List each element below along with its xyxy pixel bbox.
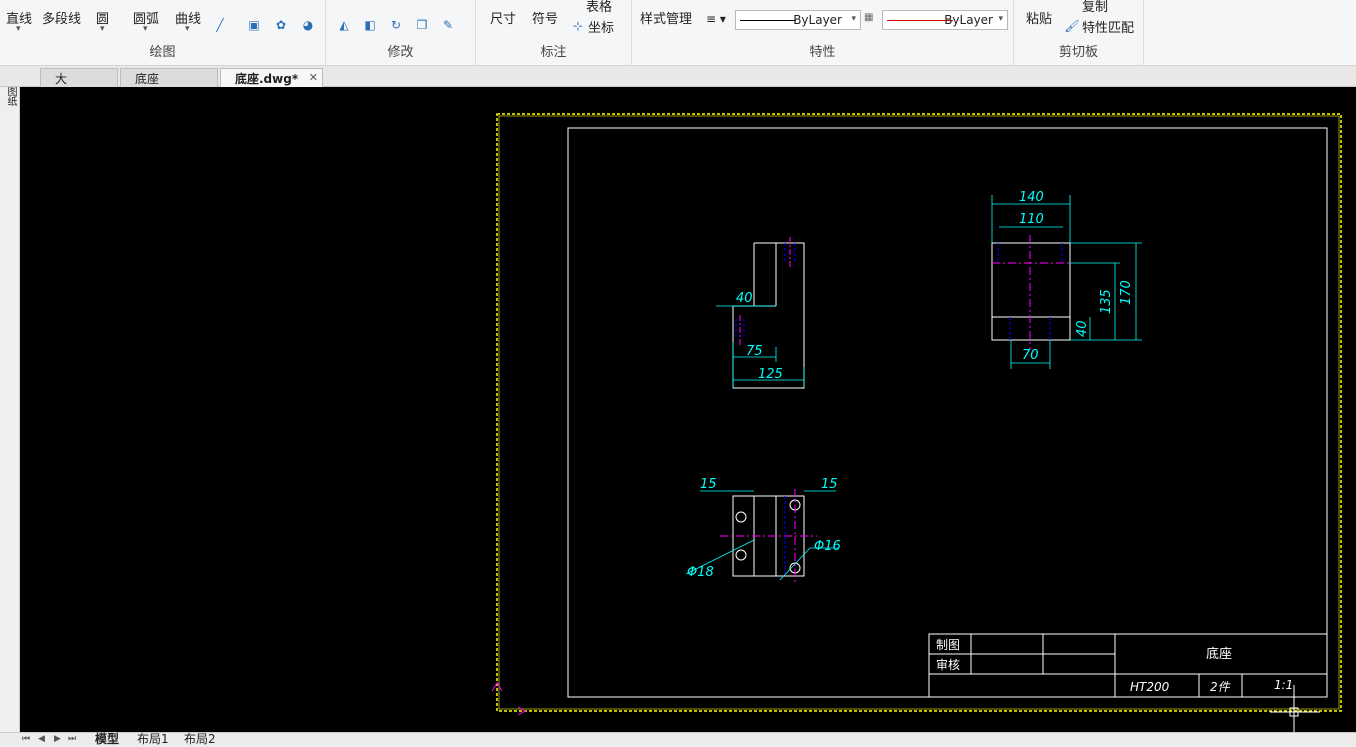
linetype-dropdown[interactable]: ByLayer ▾ bbox=[735, 10, 861, 30]
tab-model[interactable]: 模型 bbox=[95, 733, 119, 747]
tab-nav-first-icon[interactable]: ⏮ bbox=[22, 733, 30, 747]
document-tab-bar: 大臂.dwg 底座 (2).dwg 底座.dwg* ✕ bbox=[0, 66, 1356, 103]
tab-dabi[interactable]: 大臂.dwg bbox=[40, 68, 118, 103]
edit-icon[interactable]: ✎ bbox=[440, 18, 456, 32]
chevron-down-icon: ▾ bbox=[998, 14, 1003, 24]
curve-dropdown-icon[interactable]: ▾ bbox=[185, 24, 190, 34]
coordinate-icon[interactable]: ⊹ bbox=[570, 19, 586, 33]
layout-tab-bar: ⏮ ◀ ▶ ⏭ 模型 布局1 布局2 bbox=[0, 732, 1356, 746]
side-dim-labels: 140 110 135 170 40 70 bbox=[1019, 190, 1134, 363]
rotate-icon[interactable]: ↻ bbox=[388, 18, 404, 32]
paste-button[interactable]: 粘贴 bbox=[1026, 8, 1052, 27]
circle-dropdown-icon[interactable]: ▾ bbox=[100, 24, 105, 34]
properties-group: 样式管理 ≡ ▾ ByLayer ▾ ▦ ByLayer ▾ 特性 bbox=[632, 0, 1014, 66]
xline-icon[interactable]: ╱ bbox=[212, 18, 228, 32]
style-manager-button[interactable]: 样式管理 bbox=[640, 8, 692, 27]
line-dropdown-icon[interactable]: ▾ bbox=[16, 24, 21, 34]
dim-label-75: 75 bbox=[746, 344, 763, 359]
copy-button[interactable]: 复制 bbox=[1082, 0, 1108, 15]
tab-nav-last-icon[interactable]: ⏭ bbox=[68, 733, 76, 747]
tb-scale: 1:1 bbox=[1274, 678, 1293, 692]
arc-dropdown-icon[interactable]: ▾ bbox=[143, 24, 148, 34]
annotate-group-title: 标注 bbox=[540, 45, 567, 60]
tb-checked-label: 审核 bbox=[936, 657, 960, 672]
clipboard-group-title: 剪切板 bbox=[1058, 45, 1098, 60]
tb-material: HT200 bbox=[1130, 680, 1170, 694]
drawing-svg: 40 75 125 140 110 135 170 40 70 15 15 Φ1… bbox=[491, 113, 1342, 732]
sheet-label[interactable]: 图纸 bbox=[3, 86, 18, 106]
top-dim-labels: 15 15 Φ16 Φ18 bbox=[687, 477, 841, 580]
tb-quantity: 2件 bbox=[1210, 680, 1231, 694]
properties-group-title: 特性 bbox=[809, 45, 836, 60]
color-dropdown[interactable]: ByLayer ▾ bbox=[882, 10, 1008, 30]
title-block bbox=[928, 633, 1328, 698]
viewport-inner bbox=[498, 115, 1340, 710]
modify-group: ◭ ◧ ↻ ❐ ✎ 修改 bbox=[326, 0, 476, 66]
color-swatch-icon[interactable]: ▦ bbox=[864, 12, 873, 23]
dimension-button[interactable]: 尺寸 bbox=[490, 8, 516, 27]
tab-nav-next-icon[interactable]: ▶ bbox=[54, 733, 61, 747]
tab-layout2[interactable]: 布局2 bbox=[184, 733, 216, 747]
tab-label: 底座.dwg* bbox=[235, 72, 299, 86]
linetype-value: ByLayer bbox=[793, 13, 842, 27]
symbol-button[interactable]: 符号 bbox=[532, 8, 558, 27]
drawing-canvas[interactable]: 40 75 125 140 110 135 170 40 70 15 15 Φ1… bbox=[20, 87, 1356, 732]
lineweight-icon[interactable]: ≡ ▾ bbox=[706, 12, 726, 26]
crosshair-cursor bbox=[1270, 685, 1320, 732]
color-value: ByLayer bbox=[944, 13, 993, 27]
tb-part-name: 底座 bbox=[1206, 646, 1232, 662]
dim-label-70: 70 bbox=[1022, 348, 1039, 363]
tab-layout1[interactable]: 布局1 bbox=[137, 733, 169, 747]
close-icon[interactable]: ✕ bbox=[309, 71, 318, 84]
side-view bbox=[991, 235, 1071, 349]
front-view bbox=[732, 237, 805, 389]
dim-label-40v: 40 bbox=[1075, 320, 1090, 337]
stretch-icon[interactable]: ◭ bbox=[336, 18, 352, 32]
side-outline bbox=[991, 242, 1071, 341]
draw-group-title: 绘图 bbox=[149, 45, 176, 60]
annotate-group: 尺寸 符号 表格 ⊹ 坐标 标注 bbox=[476, 0, 632, 66]
modify-group-title: 修改 bbox=[387, 45, 414, 60]
tb-drawn-label: 制图 bbox=[936, 638, 960, 652]
coordinate-button[interactable]: 坐标 bbox=[588, 17, 614, 36]
tab-dizuo-2[interactable]: 底座 (2).dwg bbox=[120, 68, 218, 101]
dim-label-125: 125 bbox=[758, 367, 783, 382]
viewport-frame bbox=[496, 113, 1342, 712]
tab-nav-prev-icon[interactable]: ◀ bbox=[38, 733, 45, 747]
clipboard-group: 粘贴 复制 🖌 特性匹配 剪切板 bbox=[1014, 0, 1144, 66]
hatch-icon[interactable]: ✿ bbox=[273, 18, 289, 32]
dim-label-phi16: Φ16 bbox=[814, 539, 841, 554]
rectangle-icon[interactable]: ▣ bbox=[246, 18, 262, 32]
drawing-frame bbox=[567, 127, 1328, 698]
draw-group: 直线 多段线 圆 圆弧 曲线 ▾ ▾ ▾ ▾ ╱ ▣ ✿ ◕ 绘图 bbox=[0, 0, 326, 66]
polyline-button[interactable]: 多段线 bbox=[42, 8, 81, 27]
top-hole-1 bbox=[735, 511, 747, 523]
dim-label-135: 135 bbox=[1099, 289, 1114, 314]
dim-label-140: 140 bbox=[1019, 190, 1044, 205]
chevron-down-icon: ▾ bbox=[851, 14, 856, 24]
match-properties-button[interactable]: 特性匹配 bbox=[1082, 17, 1134, 36]
table-button[interactable]: 表格 bbox=[586, 0, 612, 15]
left-tool-strip: ⇄ 图纸 bbox=[0, 66, 20, 746]
dim-label-110: 110 bbox=[1019, 212, 1044, 227]
region-icon[interactable]: ◕ bbox=[300, 18, 316, 32]
match-properties-icon[interactable]: 🖌 bbox=[1064, 19, 1080, 33]
dim-label-15-left: 15 bbox=[700, 477, 717, 492]
copy-objects-icon[interactable]: ❐ bbox=[414, 18, 430, 32]
title-block-frame bbox=[928, 633, 1328, 698]
dim-label-phi18: Φ18 bbox=[687, 565, 714, 580]
ribbon: 直线 多段线 圆 圆弧 曲线 ▾ ▾ ▾ ▾ ╱ ▣ ✿ ◕ 绘图 ◭ ◧ ↻ … bbox=[0, 0, 1356, 66]
top-hole-2 bbox=[735, 549, 747, 561]
top-view bbox=[720, 489, 817, 583]
tab-dizuo-active[interactable]: 底座.dwg* ✕ bbox=[220, 68, 323, 87]
dim-label-15-right: 15 bbox=[821, 477, 838, 492]
mirror-icon[interactable]: ◧ bbox=[362, 18, 378, 32]
dim-label-40: 40 bbox=[736, 291, 753, 306]
dim-label-170: 170 bbox=[1119, 280, 1134, 305]
